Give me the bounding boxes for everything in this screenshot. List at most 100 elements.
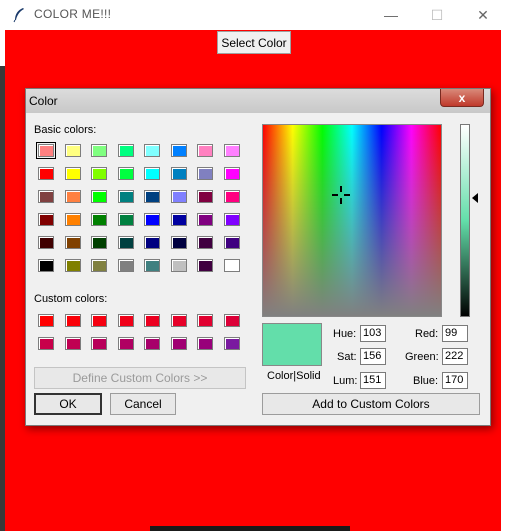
lum-field[interactable]: 151 [360, 372, 386, 389]
basic-color-swatch[interactable] [144, 236, 160, 249]
basic-color-swatch[interactable] [117, 236, 134, 249]
basic-color-swatch[interactable] [38, 236, 54, 249]
custom-color-swatch[interactable] [223, 314, 240, 327]
hue-label: Hue: [333, 328, 357, 340]
basic-color-swatch[interactable] [64, 144, 81, 157]
basic-color-swatch[interactable] [197, 259, 213, 272]
basic-color-swatch[interactable] [223, 259, 240, 272]
custom-color-swatch[interactable] [170, 337, 187, 350]
basic-color-swatch[interactable] [197, 213, 213, 226]
basic-color-swatch[interactable] [223, 213, 240, 226]
basic-color-swatch[interactable] [170, 236, 187, 249]
color-spectrum[interactable] [262, 124, 442, 317]
cancel-button[interactable]: Cancel [110, 393, 176, 415]
color-dialog: Color x Basic colors: Custom colors: Def… [25, 88, 491, 426]
add-to-custom-colors-button[interactable]: Add to Custom Colors [262, 393, 480, 415]
feather-icon [13, 8, 24, 23]
basic-color-swatch[interactable] [91, 144, 107, 157]
custom-color-swatch[interactable] [64, 337, 81, 350]
blue-label: Blue: [413, 375, 439, 387]
crosshair-icon [332, 186, 350, 204]
custom-color-swatch[interactable] [38, 337, 54, 350]
lum-label: Lum: [333, 375, 358, 387]
basic-color-swatch[interactable] [38, 190, 54, 203]
green-label: Green: [405, 351, 439, 363]
basic-color-swatch[interactable] [144, 213, 160, 226]
basic-color-swatch[interactable] [36, 142, 56, 159]
basic-color-swatch[interactable] [223, 167, 240, 180]
custom-color-swatch[interactable] [144, 337, 160, 350]
basic-color-swatch[interactable] [144, 144, 160, 157]
custom-color-swatch[interactable] [197, 314, 213, 327]
hue-field[interactable]: 103 [360, 325, 386, 342]
sat-label: Sat: [337, 351, 357, 363]
basic-color-swatch[interactable] [64, 213, 81, 226]
basic-color-swatch[interactable] [91, 236, 107, 249]
custom-colors-label: Custom colors: [34, 293, 108, 305]
color-solid-label: Color|Solid [267, 370, 321, 382]
basic-color-swatch[interactable] [197, 144, 213, 157]
basic-color-swatch[interactable] [170, 167, 187, 180]
basic-color-swatch[interactable] [38, 259, 54, 272]
custom-color-swatch[interactable] [38, 314, 54, 327]
basic-color-swatch[interactable] [197, 190, 213, 203]
custom-color-swatch[interactable] [64, 314, 81, 327]
minimize-button[interactable]: — [368, 0, 414, 30]
close-button[interactable]: ✕ [460, 0, 506, 30]
custom-color-swatch[interactable] [223, 337, 240, 350]
custom-color-swatch[interactable] [91, 337, 107, 350]
define-custom-colors-button[interactable]: Define Custom Colors >> [34, 367, 246, 389]
basic-color-swatch[interactable] [64, 167, 81, 180]
basic-color-swatch[interactable] [91, 167, 107, 180]
sat-field[interactable]: 156 [360, 348, 386, 365]
custom-color-swatch[interactable] [91, 314, 107, 327]
basic-color-swatch[interactable] [170, 190, 187, 203]
basic-color-swatch[interactable] [64, 190, 81, 203]
basic-color-swatch[interactable] [117, 259, 134, 272]
basic-color-swatch[interactable] [197, 236, 213, 249]
custom-color-swatch[interactable] [117, 314, 134, 327]
basic-color-swatch[interactable] [117, 190, 134, 203]
background-edge [0, 66, 5, 531]
custom-color-swatch[interactable] [117, 337, 134, 350]
basic-color-swatch[interactable] [91, 213, 107, 226]
basic-color-swatch[interactable] [223, 236, 240, 249]
basic-color-swatch[interactable] [117, 144, 134, 157]
dialog-title: Color [29, 94, 58, 108]
basic-color-swatch[interactable] [170, 144, 187, 157]
custom-color-swatch[interactable] [170, 314, 187, 327]
basic-color-swatch[interactable] [197, 167, 213, 180]
basic-color-swatch[interactable] [38, 213, 54, 226]
basic-color-swatch[interactable] [117, 167, 134, 180]
ok-button[interactable]: OK [34, 393, 102, 415]
basic-color-swatch[interactable] [144, 167, 160, 180]
basic-color-swatch[interactable] [64, 259, 81, 272]
select-color-button[interactable]: Select Color [217, 31, 291, 54]
custom-color-swatch[interactable] [197, 337, 213, 350]
blue-field[interactable]: 170 [442, 372, 468, 389]
background-edge-bottom [150, 526, 350, 531]
basic-color-swatch[interactable] [170, 213, 187, 226]
dialog-close-button[interactable]: x [440, 89, 484, 107]
basic-color-swatch[interactable] [144, 190, 160, 203]
basic-color-swatch[interactable] [223, 190, 240, 203]
color-preview [262, 323, 322, 366]
basic-color-swatch[interactable] [64, 236, 81, 249]
basic-color-swatch[interactable] [91, 190, 107, 203]
basic-colors-label: Basic colors: [34, 124, 97, 136]
luminosity-slider[interactable] [460, 124, 470, 317]
title-bar: COLOR ME!!! — ☐ ✕ [0, 0, 506, 30]
red-field[interactable]: 99 [442, 325, 468, 342]
basic-color-swatch[interactable] [170, 259, 187, 272]
basic-color-swatch[interactable] [117, 213, 134, 226]
basic-color-swatch[interactable] [223, 144, 240, 157]
red-label: Red: [415, 328, 439, 340]
luminosity-arrow-icon[interactable] [472, 193, 478, 203]
basic-color-swatch[interactable] [91, 259, 107, 272]
custom-color-swatch[interactable] [144, 314, 160, 327]
window-title: COLOR ME!!! [34, 7, 112, 21]
maximize-button[interactable]: ☐ [414, 0, 460, 30]
basic-color-swatch[interactable] [144, 259, 160, 272]
green-field[interactable]: 222 [442, 348, 468, 365]
basic-color-swatch[interactable] [38, 167, 54, 180]
